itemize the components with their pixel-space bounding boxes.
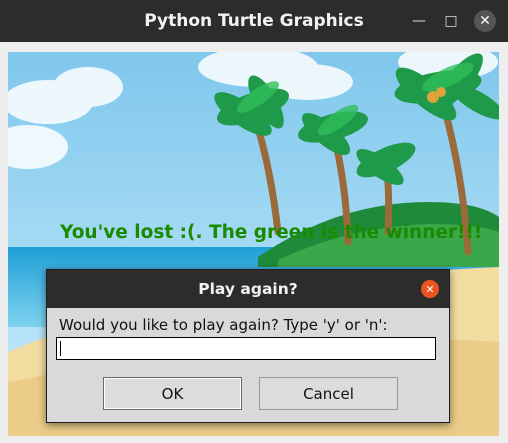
minimize-icon[interactable]: — xyxy=(408,10,430,32)
window-titlebar: Python Turtle Graphics — □ ✕ xyxy=(0,0,508,42)
window-title: Python Turtle Graphics xyxy=(144,11,364,31)
game-result-message: You've lost :(. The green is the winner!… xyxy=(60,222,483,243)
text-caret xyxy=(60,341,61,356)
cancel-button[interactable]: Cancel xyxy=(259,377,398,410)
dialog-titlebar: Play again? ✕ xyxy=(47,270,449,308)
close-icon[interactable]: ✕ xyxy=(474,10,496,32)
dialog-title: Play again? xyxy=(198,280,298,298)
answer-input[interactable] xyxy=(56,337,436,360)
ok-button[interactable]: OK xyxy=(103,377,242,410)
dialog-close-icon[interactable]: ✕ xyxy=(421,280,439,298)
play-again-dialog: Play again? ✕ Would you like to play aga… xyxy=(46,269,450,423)
maximize-icon[interactable]: □ xyxy=(440,10,462,32)
dialog-prompt: Would you like to play again? Type 'y' o… xyxy=(59,316,388,334)
